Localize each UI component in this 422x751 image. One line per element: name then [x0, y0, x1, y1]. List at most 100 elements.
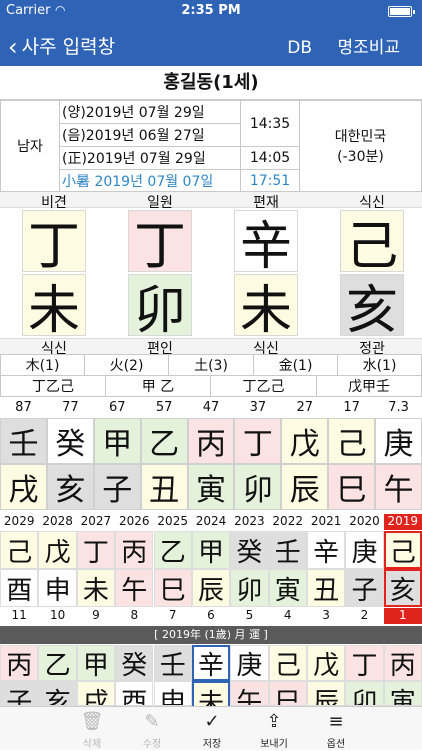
daeun-stem[interactable]: 丙	[187, 418, 235, 464]
year-label[interactable]: 2025	[154, 514, 192, 530]
month-branch[interactable]: 未	[191, 681, 231, 706]
year-label[interactable]: 2023	[230, 514, 268, 530]
year-branch[interactable]: 亥	[383, 569, 422, 607]
daeun-branch[interactable]: 午	[375, 464, 422, 510]
year-age[interactable]: 3	[307, 608, 345, 624]
month-stem[interactable]: 戊	[306, 645, 346, 681]
options-button[interactable]: ≡ 옵션	[306, 707, 366, 751]
month-branch[interactable]: 酉	[115, 681, 154, 706]
compare-button[interactable]: 명조비교	[337, 38, 400, 58]
year-label[interactable]: 2028	[38, 514, 76, 530]
daeun-stem[interactable]: 壬	[0, 418, 47, 464]
year-stem[interactable]: 己	[383, 531, 422, 569]
year-stem[interactable]: 己	[340, 210, 404, 277]
month-branch[interactable]: 亥	[38, 681, 77, 706]
day-stem[interactable]: 丁	[128, 210, 192, 277]
year-stem[interactable]: 戊	[38, 531, 77, 569]
month-branch[interactable]: 卯	[345, 681, 384, 706]
daeun-branch[interactable]: 卯	[234, 464, 282, 510]
month-stem[interactable]: 丙	[0, 645, 39, 681]
month-stem[interactable]: 辛	[234, 210, 298, 277]
year-branch[interactable]: 辰	[191, 569, 231, 607]
db-button[interactable]: DB	[287, 38, 312, 58]
daeun-stem[interactable]: 庚	[375, 418, 422, 464]
year-age[interactable]: 10	[38, 608, 76, 624]
year-age[interactable]: 6	[192, 608, 230, 624]
month-stem[interactable]: 壬	[153, 645, 192, 681]
daeun-stem[interactable]: 己	[328, 418, 376, 464]
year-stem[interactable]: 丙	[115, 531, 154, 569]
year-branch[interactable]: 丑	[306, 569, 346, 607]
year-age[interactable]: 1	[383, 608, 422, 624]
daeun-branch[interactable]: 丑	[140, 464, 188, 510]
year-branch[interactable]: 未	[76, 569, 116, 607]
year-age[interactable]: 4	[269, 608, 307, 624]
year-stem[interactable]: 癸	[230, 531, 269, 569]
daeun-branch[interactable]: 巳	[328, 464, 376, 510]
day-branch[interactable]: 卯	[128, 274, 192, 341]
year-branch[interactable]: 申	[38, 569, 77, 607]
year-label[interactable]: 2024	[192, 514, 230, 530]
year-label[interactable]: 2019	[383, 514, 422, 530]
month-branch[interactable]: 午	[230, 681, 269, 706]
month-branch[interactable]: 寅	[383, 681, 422, 706]
year-branch[interactable]: 亥	[340, 274, 404, 341]
month-stem[interactable]: 癸	[115, 645, 154, 681]
daeun-branch[interactable]: 戌	[0, 464, 47, 510]
save-button[interactable]: ✓ 저장	[182, 707, 242, 751]
year-branch[interactable]: 午	[115, 569, 154, 607]
delete-button[interactable]: 🗑 삭제	[62, 707, 122, 751]
month-branch[interactable]: 申	[153, 681, 192, 706]
year-stem[interactable]: 庚	[345, 531, 384, 569]
daeun-stem[interactable]: 丁	[234, 418, 282, 464]
year-stem[interactable]: 丁	[76, 531, 116, 569]
month-stem[interactable]: 甲	[76, 645, 116, 681]
month-branch[interactable]: 戌	[76, 681, 116, 706]
hour-branch[interactable]: 未	[22, 274, 86, 341]
month-branch[interactable]: 巳	[268, 681, 307, 706]
hour-stem[interactable]: 丁	[22, 210, 86, 277]
year-age[interactable]: 5	[230, 608, 268, 624]
month-stem[interactable]: 辛	[191, 645, 231, 681]
year-branch[interactable]: 酉	[0, 569, 39, 607]
year-stem[interactable]: 甲	[191, 531, 231, 569]
month-stem[interactable]: 庚	[230, 645, 269, 681]
daeun-branch[interactable]: 亥	[46, 464, 94, 510]
daeun-branch[interactable]: 寅	[187, 464, 235, 510]
edit-button[interactable]: ✎ 수정	[122, 707, 182, 751]
daeun-stem[interactable]: 戊	[281, 418, 329, 464]
daeun-branch[interactable]: 子	[93, 464, 141, 510]
year-label[interactable]: 2026	[115, 514, 153, 530]
year-age[interactable]: 2	[345, 608, 383, 624]
year-branch[interactable]: 卯	[230, 569, 269, 607]
daeun-stem[interactable]: 乙	[140, 418, 188, 464]
year-label[interactable]: 2029	[0, 514, 38, 530]
year-age[interactable]: 11	[0, 608, 38, 624]
year-branch[interactable]: 寅	[268, 569, 307, 607]
month-branch[interactable]: 辰	[306, 681, 346, 706]
year-label[interactable]: 2020	[345, 514, 383, 530]
year-stem[interactable]: 壬	[268, 531, 307, 569]
month-stem[interactable]: 丁	[345, 645, 384, 681]
year-branch[interactable]: 子	[345, 569, 384, 607]
month-branch[interactable]: 未	[234, 274, 298, 341]
month-stem[interactable]: 己	[268, 645, 307, 681]
year-age[interactable]: 9	[77, 608, 115, 624]
month-branch[interactable]: 子	[0, 681, 39, 706]
year-stem[interactable]: 己	[0, 531, 39, 569]
daeun-stem[interactable]: 甲	[93, 418, 141, 464]
year-stem[interactable]: 乙	[153, 531, 192, 569]
year-label[interactable]: 2021	[307, 514, 345, 530]
month-stem[interactable]: 丙	[383, 645, 422, 681]
send-button[interactable]: ⇪ 보내기	[244, 707, 304, 751]
year-stem[interactable]: 辛	[306, 531, 346, 569]
back-button[interactable]: ‹ 사주 입력창	[8, 31, 115, 61]
daeun-branch[interactable]: 辰	[281, 464, 329, 510]
month-stem[interactable]: 乙	[38, 645, 77, 681]
year-age[interactable]: 8	[115, 608, 153, 624]
year-age[interactable]: 7	[154, 608, 192, 624]
year-label[interactable]: 2022	[269, 514, 307, 530]
year-label[interactable]: 2027	[77, 514, 115, 530]
year-branch[interactable]: 巳	[153, 569, 192, 607]
daeun-stem[interactable]: 癸	[46, 418, 94, 464]
